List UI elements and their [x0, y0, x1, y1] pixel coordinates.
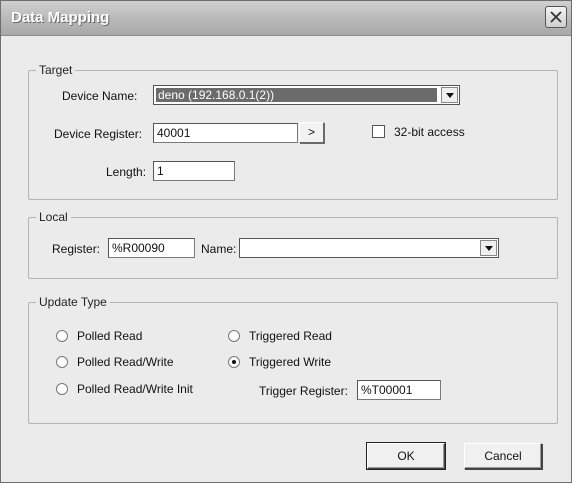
radio-triggered-read-label: Triggered Read	[249, 329, 332, 343]
radio-triggered-read[interactable]	[228, 330, 240, 342]
local-register-label: Register:	[52, 242, 101, 256]
local-name-value	[242, 241, 476, 255]
radio-triggered-write[interactable]	[228, 356, 240, 368]
device-name-select[interactable]: deno (192.168.0.1(2))	[153, 85, 460, 105]
dialog-title: Data Mapping	[11, 9, 110, 26]
local-legend: Local	[36, 210, 71, 224]
device-register-browse-button[interactable]: >	[299, 122, 324, 143]
device-name-value: deno (192.168.0.1(2))	[156, 88, 437, 102]
radio-triggered-write-label: Triggered Write	[249, 355, 332, 369]
local-register-input[interactable]: %R00090	[108, 238, 195, 258]
target-legend: Target	[36, 63, 76, 77]
chevron-down-icon	[485, 246, 493, 251]
close-icon	[550, 11, 562, 23]
ok-button[interactable]: OK	[366, 442, 446, 470]
device-register-label: Device Register:	[54, 127, 143, 141]
local-name-label: Name:	[201, 242, 237, 256]
radio-polled-read-write-init-label: Polled Read/Write Init	[77, 382, 193, 396]
access-checkbox[interactable]	[372, 125, 385, 138]
radio-polled-read[interactable]	[56, 330, 68, 342]
data-mapping-dialog: Data Mapping Target Device Name: deno (1…	[0, 0, 572, 483]
local-name-select[interactable]	[239, 238, 499, 258]
update-type-legend: Update Type	[36, 295, 110, 309]
radio-polled-read-write[interactable]	[56, 356, 68, 368]
access-label: 32-bit access	[394, 125, 465, 139]
trigger-register-input[interactable]: %T00001	[357, 380, 441, 400]
title-bar: Data Mapping	[1, 1, 571, 36]
radio-polled-read-label: Polled Read	[77, 329, 143, 343]
radio-polled-read-write-label: Polled Read/Write	[77, 355, 174, 369]
cancel-button[interactable]: Cancel	[464, 443, 542, 469]
chevron-down-icon	[446, 93, 454, 98]
device-name-label: Device Name:	[62, 89, 138, 103]
close-button[interactable]	[545, 6, 567, 28]
radio-polled-read-write-init[interactable]	[56, 383, 68, 395]
local-name-dropdown-button[interactable]	[480, 240, 497, 256]
length-label: Length:	[106, 165, 147, 179]
trigger-register-label: Trigger Register:	[259, 384, 348, 398]
device-name-dropdown-button[interactable]	[441, 87, 458, 103]
length-input[interactable]: 1	[153, 161, 235, 181]
device-register-input[interactable]: 40001	[153, 123, 298, 143]
